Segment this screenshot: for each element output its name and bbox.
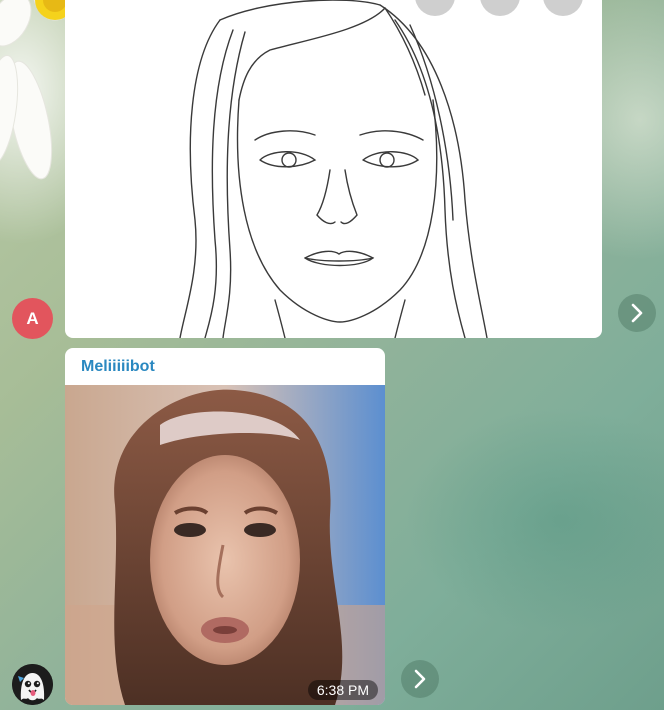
forward-button[interactable] (401, 660, 439, 698)
bot-avatar[interactable] (12, 664, 53, 705)
face-drawing-image (179, 0, 583, 338)
avatar-initial: A (26, 308, 39, 328)
ghost-avatar-icon (12, 664, 53, 705)
bot-photo-message[interactable]: Meliiiiibot 6:38 PM (65, 348, 385, 705)
sender-name[interactable]: Meliiiiibot (81, 358, 155, 376)
generated-face-photo[interactable]: 6:38 PM (65, 385, 385, 705)
chevron-right-icon (414, 669, 426, 689)
message-time: 6:38 PM (307, 680, 378, 700)
chevron-right-icon (631, 303, 643, 323)
sender-avatar-a[interactable]: A (12, 298, 53, 339)
forward-button[interactable] (618, 294, 656, 332)
photo-message-drawing[interactable] (65, 0, 602, 338)
